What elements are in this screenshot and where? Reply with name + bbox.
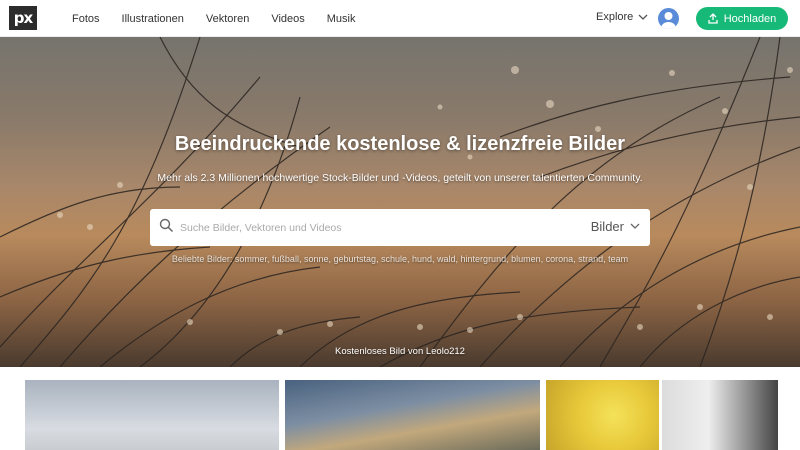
popular-terms[interactable]: sommer, fußball, sonne, geburtstag, schu… <box>235 254 628 264</box>
chevron-down-icon <box>630 223 640 229</box>
nav-vektoren[interactable]: Vektoren <box>206 13 249 25</box>
grass-background-image <box>0 37 800 367</box>
search-type-dropdown[interactable]: Bilder <box>591 219 640 234</box>
explore-label: Explore <box>596 11 634 23</box>
chevron-down-icon <box>638 14 648 20</box>
nav-fotos[interactable]: Fotos <box>72 13 100 25</box>
user-avatar-icon[interactable] <box>658 8 679 29</box>
image-thumbnail[interactable] <box>25 380 279 450</box>
main-nav: Fotos Illustrationen Vektoren Videos Mus… <box>72 0 377 37</box>
nav-videos[interactable]: Videos <box>271 13 304 25</box>
image-thumbnail[interactable] <box>285 380 540 450</box>
search-type-label: Bilder <box>590 219 624 234</box>
search-input[interactable] <box>180 219 560 237</box>
image-thumbnail[interactable] <box>662 380 778 450</box>
search-icon[interactable] <box>159 218 174 233</box>
search-bar: Bilder <box>150 209 650 246</box>
upload-label: Hochladen <box>723 12 777 25</box>
hero-subtitle: Mehr als 2.3 Millionen hochwertige Stock… <box>157 172 643 184</box>
pixabay-logo[interactable]: px <box>9 6 37 30</box>
nav-musik[interactable]: Musik <box>327 13 356 25</box>
image-thumbnail[interactable] <box>546 380 659 450</box>
top-nav-bar: px Fotos Illustrationen Vektoren Videos … <box>0 0 800 37</box>
hero-banner: Beeindruckende kostenlose & lizenzfreie … <box>0 37 800 367</box>
upload-icon <box>708 13 718 24</box>
image-credit[interactable]: Kostenloses Bild von Leolo212 <box>0 346 800 357</box>
explore-dropdown[interactable]: Explore <box>596 11 648 23</box>
popular-label: Beliebte Bilder: <box>171 254 233 264</box>
nav-illustrationen[interactable]: Illustrationen <box>122 13 184 25</box>
hero-title: Beeindruckende kostenlose & lizenzfreie … <box>174 133 626 155</box>
popular-searches: Beliebte Bilder: sommer, fußball, sonne,… <box>0 254 800 264</box>
upload-button[interactable]: Hochladen <box>696 7 788 30</box>
